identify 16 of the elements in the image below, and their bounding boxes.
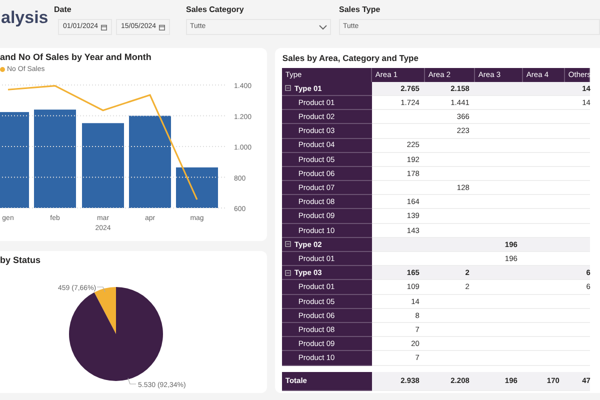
collapse-icon[interactable] bbox=[285, 241, 292, 248]
filter-label: Sales Type bbox=[339, 4, 382, 16]
filter-label: Sales Category bbox=[186, 4, 245, 16]
page-title: alysis bbox=[0, 7, 50, 29]
leader-line bbox=[128, 377, 136, 384]
collapse-icon[interactable] bbox=[285, 270, 292, 276]
leader-line bbox=[96, 286, 106, 292]
filter-label: Date bbox=[54, 4, 72, 16]
collapse-icon[interactable] bbox=[285, 85, 292, 92]
calendar-icon bbox=[159, 24, 165, 30]
table-cell bbox=[372, 238, 426, 252]
calendar-icon bbox=[101, 24, 107, 30]
matrix-title: Sales by Area, Category and Type bbox=[282, 52, 420, 65]
chart-title: and No Of Sales by Year and Month bbox=[0, 51, 152, 64]
chart-title: by Status bbox=[0, 254, 42, 267]
chevron-down-icon bbox=[319, 24, 327, 30]
